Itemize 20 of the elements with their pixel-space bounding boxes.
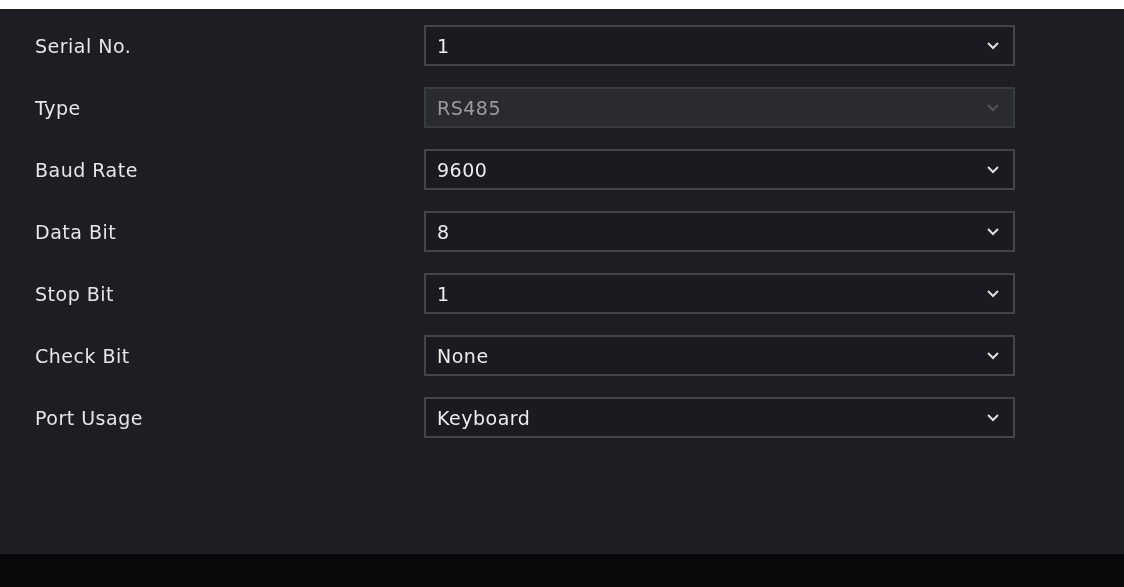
chevron-down-icon [987,413,999,422]
chevron-down-icon [987,227,999,236]
chevron-down-icon [987,41,999,50]
field-label: Baud Rate [35,158,139,181]
field-label: Data Bit [35,220,118,243]
dropdown[interactable]: 8 [424,211,1015,252]
dropdown[interactable]: 1 [424,273,1015,314]
chevron-down-icon [987,289,999,298]
field-label: Type [35,96,82,119]
chevron-down-icon [987,103,999,112]
chevron-down-icon [987,351,999,360]
dropdown[interactable]: 9600 [424,149,1015,190]
field-label: Port Usage [35,406,144,429]
dropdown[interactable]: Keyboard [424,397,1015,438]
field-label: Stop Bit [35,282,115,305]
field-label: Serial No. [35,34,133,57]
dropdown[interactable]: None [424,335,1015,376]
field-label: Check Bit [35,344,131,367]
dropdown[interactable]: 1 [424,25,1015,66]
chevron-down-icon [987,165,999,174]
